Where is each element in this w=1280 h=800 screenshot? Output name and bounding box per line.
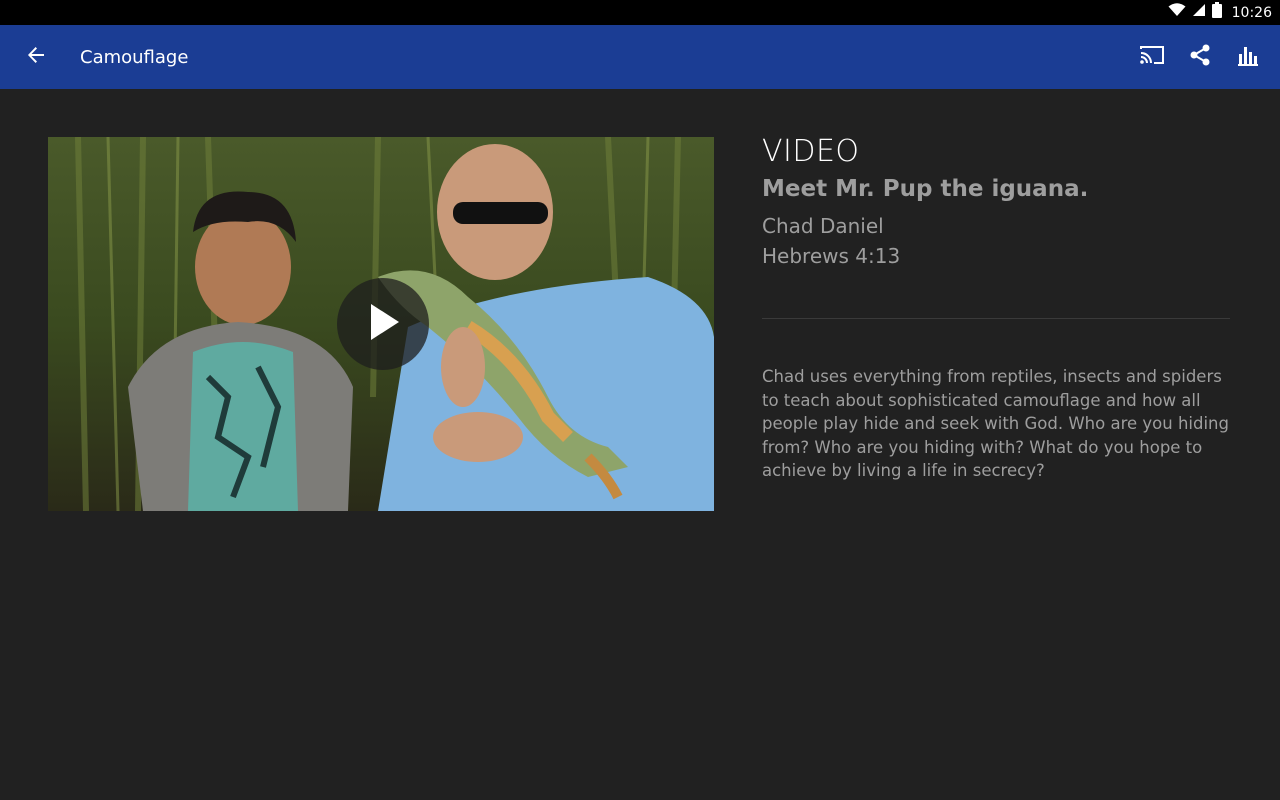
app-bar-actions <box>1128 25 1272 89</box>
battery-icon <box>1211 2 1222 23</box>
arrow-left-icon <box>26 45 46 70</box>
media-type-label: VIDEO <box>762 134 860 169</box>
media-details: VIDEO Meet Mr. Pup the iguana. Chad Dani… <box>762 133 1232 271</box>
status-bar: 10:26 <box>0 0 1280 25</box>
back-button[interactable] <box>0 25 72 89</box>
video-thumbnail[interactable] <box>48 137 714 511</box>
divider <box>762 318 1230 319</box>
cast-button[interactable] <box>1128 33 1176 81</box>
media-scripture: Hebrews 4:13 <box>762 244 901 268</box>
app-bar: Camouflage <box>0 25 1280 89</box>
share-button[interactable] <box>1176 33 1224 81</box>
cell-signal-icon <box>1192 3 1206 22</box>
status-time: 10:26 <box>1231 4 1272 21</box>
page-title: Camouflage <box>80 46 189 68</box>
stats-button[interactable] <box>1224 33 1272 81</box>
play-icon <box>365 302 401 347</box>
cast-icon <box>1139 45 1165 70</box>
content-area: VIDEO Meet Mr. Pup the iguana. Chad Dani… <box>0 89 1280 800</box>
media-speaker: Chad Daniel <box>762 214 884 238</box>
share-icon <box>1188 43 1212 72</box>
wifi-icon <box>1168 3 1186 22</box>
play-button[interactable] <box>337 278 429 370</box>
stats-icon <box>1237 44 1259 71</box>
media-title: Meet Mr. Pup the iguana. <box>762 176 1089 202</box>
media-description: Chad uses everything from reptiles, inse… <box>762 367 1229 480</box>
